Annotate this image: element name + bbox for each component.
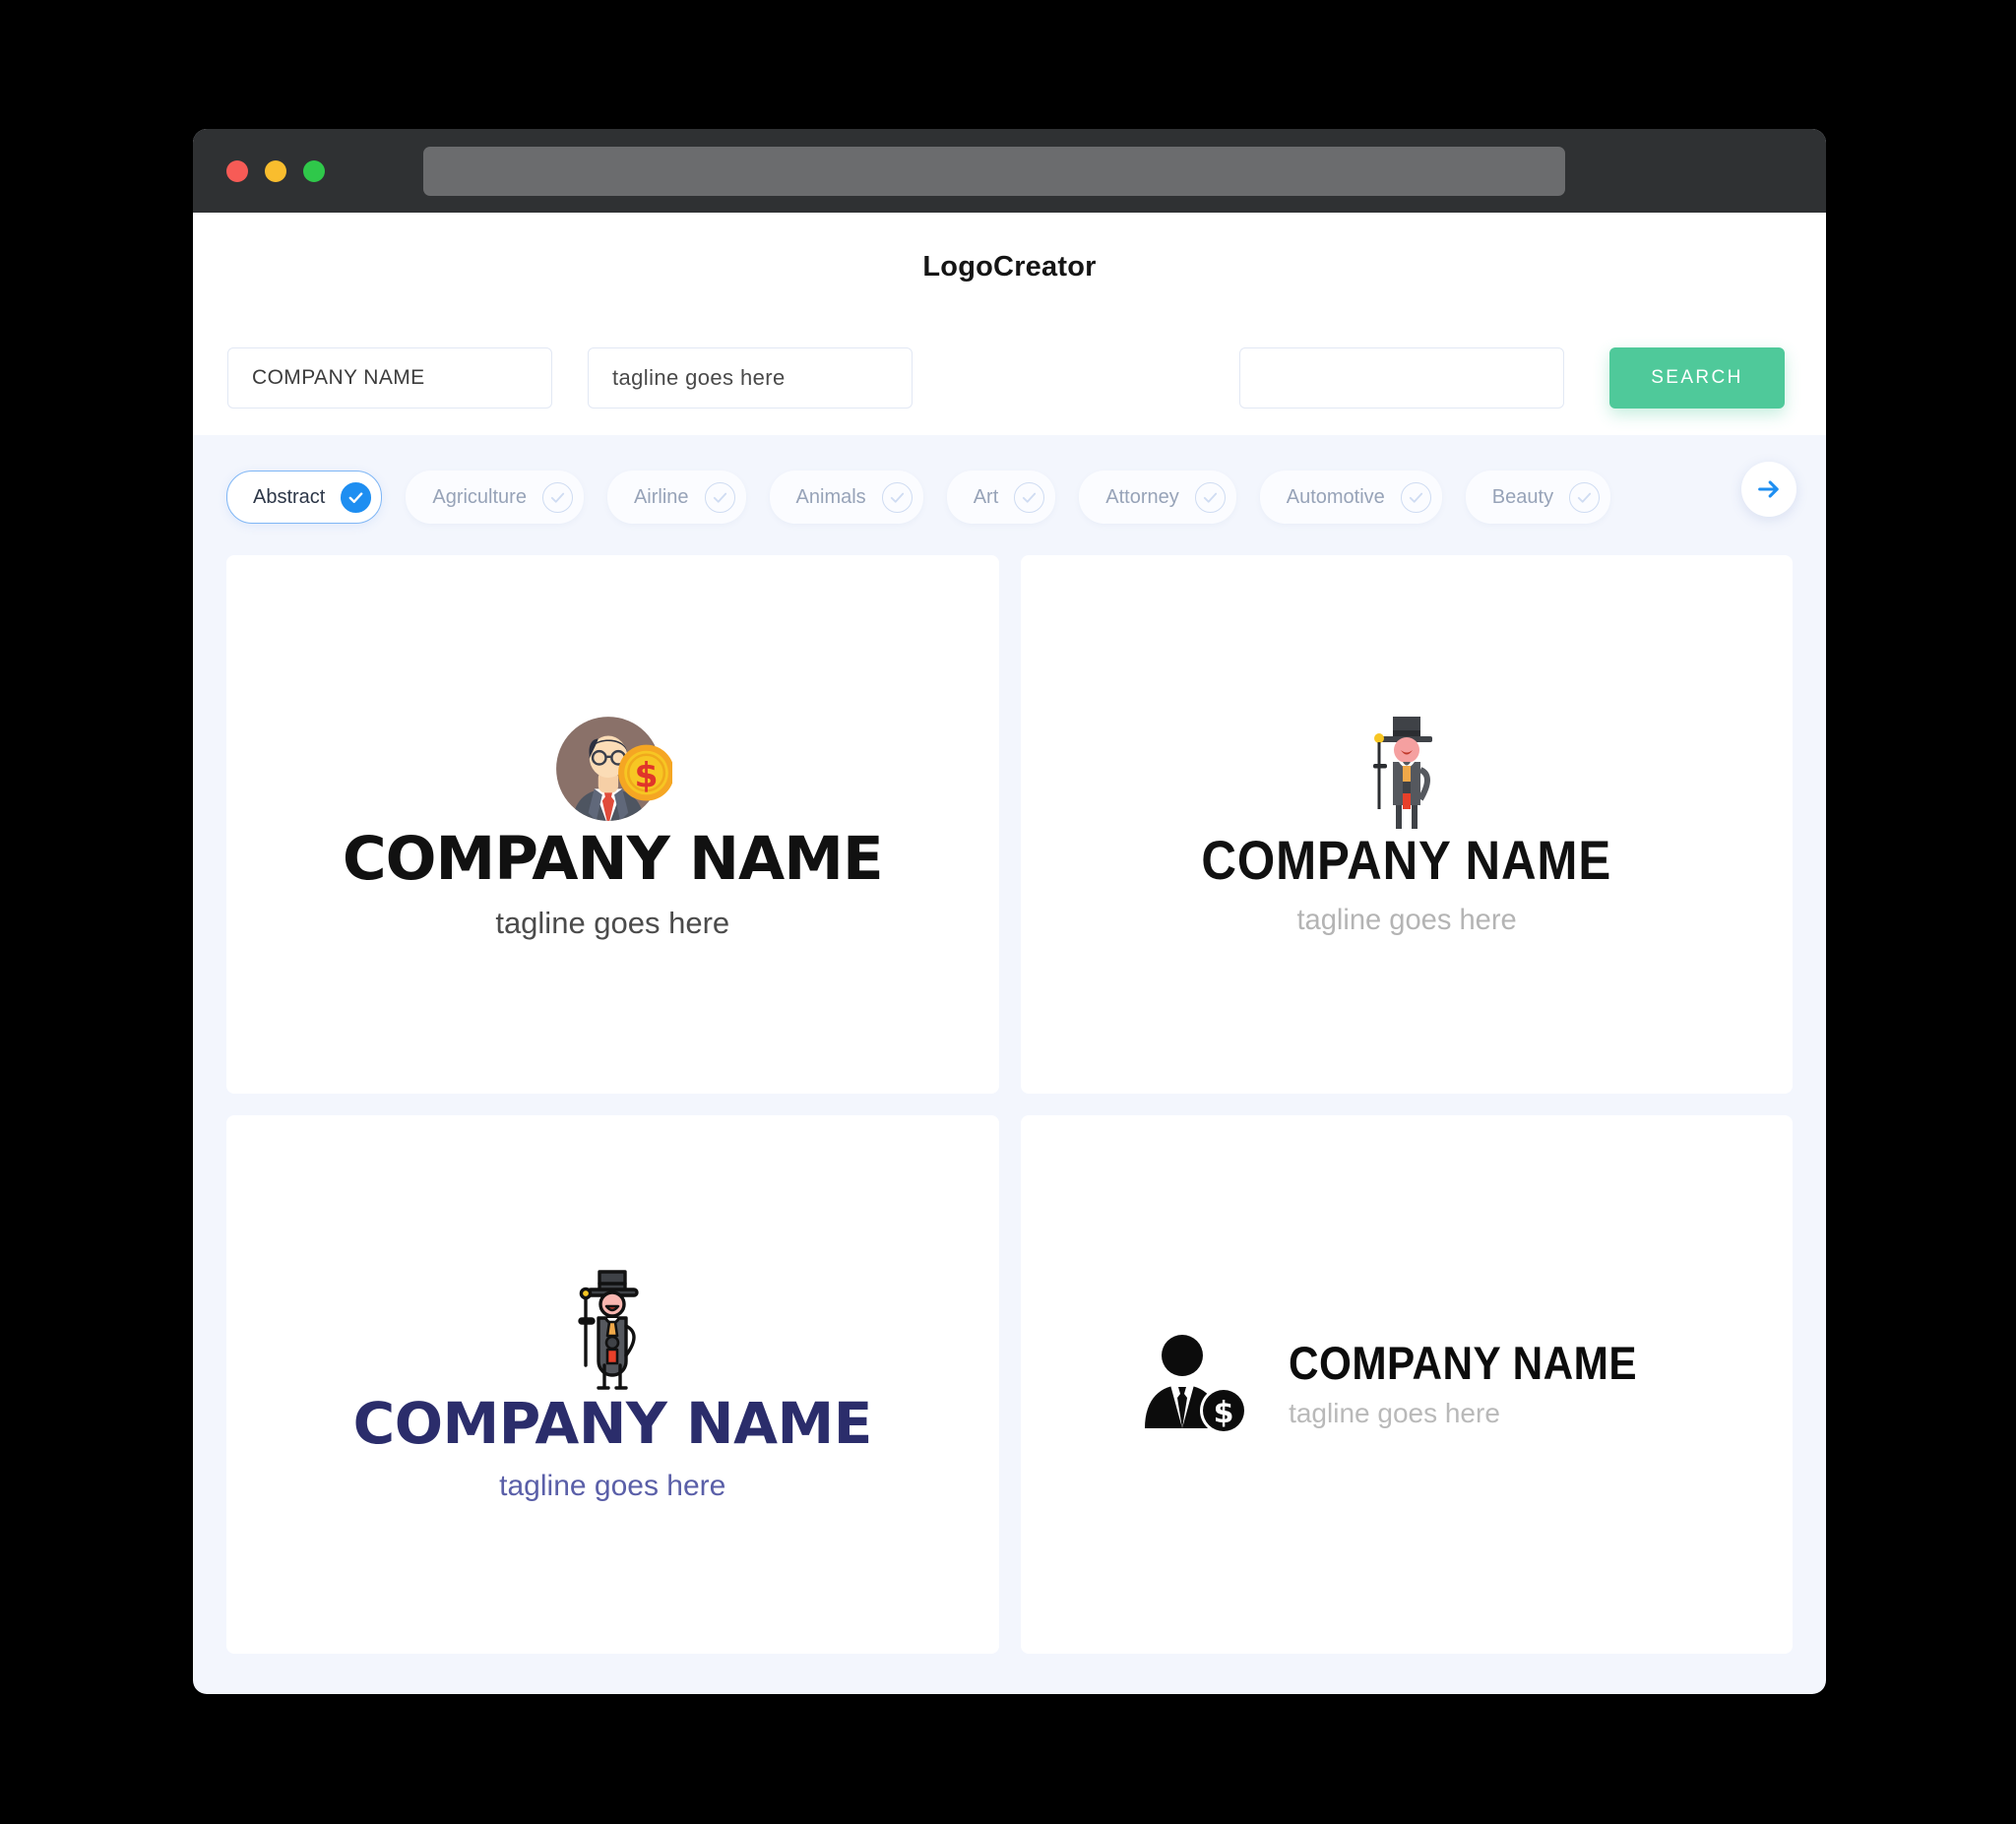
- category-chip-attorney[interactable]: Attorney: [1079, 471, 1236, 524]
- businessman-coin-circle-icon: $: [556, 716, 673, 821]
- category-chip-label: Attorney: [1105, 485, 1179, 508]
- category-chip-label: Airline: [633, 485, 689, 508]
- category-chip-label: Agriculture: [432, 485, 527, 508]
- arrow-right-icon: [1758, 480, 1779, 498]
- check-circle-icon: [1569, 481, 1601, 513]
- browser-titlebar: [193, 129, 1826, 213]
- check-circle-icon: [1014, 481, 1045, 513]
- category-chip-agriculture[interactable]: Agriculture: [406, 471, 584, 524]
- category-chip-label: Animals: [795, 485, 866, 508]
- category-chip-art[interactable]: Art: [946, 471, 1056, 524]
- logo-company-name: COMPANY NAME: [1201, 828, 1612, 891]
- gentleman-tophat-cane-icon: [1372, 716, 1432, 829]
- logo-company-name: COMPANY NAME: [1289, 1337, 1638, 1389]
- category-chip-abstract[interactable]: Abstract: [226, 471, 383, 524]
- minimize-window-button[interactable]: [265, 159, 286, 182]
- logo-preview-3: COMPANY NAME tagline goes here: [353, 1267, 872, 1503]
- check-circle-icon: [1194, 481, 1226, 513]
- category-chip-label: Automotive: [1286, 485, 1385, 508]
- search-button[interactable]: SEARCH: [1609, 347, 1785, 409]
- category-filter-bar: Abstract Agriculture Airline Animals Art…: [193, 435, 1826, 543]
- window-controls: [226, 159, 325, 182]
- category-chip-label: Abstract: [253, 485, 326, 508]
- tagline-input[interactable]: tagline goes here: [588, 347, 913, 409]
- company-name-input[interactable]: COMPANY NAME: [227, 347, 552, 409]
- keyword-input[interactable]: [1239, 347, 1564, 409]
- logo-card[interactable]: $ COMPANY NAME tagline goes here: [226, 555, 999, 1094]
- app-header: LogoCreator: [193, 213, 1826, 321]
- categories-next-button[interactable]: [1741, 462, 1796, 517]
- logo-tagline: tagline goes here: [1289, 1398, 1500, 1428]
- category-chip-beauty[interactable]: Beauty: [1465, 471, 1611, 524]
- check-circle-icon: [341, 481, 372, 513]
- category-chip-animals[interactable]: Animals: [769, 471, 923, 524]
- logo-card[interactable]: COMPANY NAME tagline goes here: [226, 1115, 999, 1654]
- logo-results-grid: $ COMPANY NAME tagline goes here COMPANY…: [193, 543, 1826, 1687]
- screenshot-root: LogoCreator COMPANY NAME tagline goes he…: [0, 0, 2016, 1824]
- category-chip-label: Art: [973, 485, 999, 508]
- url-bar[interactable]: [423, 146, 1565, 196]
- logo-card[interactable]: COMPANY NAME tagline goes here: [1020, 555, 1793, 1094]
- browser-window: LogoCreator COMPANY NAME tagline goes he…: [193, 129, 1826, 1694]
- check-circle-icon: [1400, 481, 1431, 513]
- logo-preview-2: COMPANY NAME tagline goes here: [1173, 713, 1640, 937]
- logo-preview-4: $ COMPANY NAME tagline goes here: [1137, 1334, 1675, 1436]
- category-chip-airline[interactable]: Airline: [606, 471, 746, 524]
- logo-tagline: tagline goes here: [499, 1469, 726, 1502]
- businessman-dollar-silhouette-icon: $: [1145, 1334, 1248, 1434]
- logo-company-name: COMPANY NAME: [352, 1389, 873, 1457]
- svg-text:$: $: [635, 756, 659, 795]
- check-circle-icon: [704, 481, 735, 513]
- close-window-button[interactable]: [226, 159, 248, 182]
- logo-card[interactable]: $ COMPANY NAME tagline goes here: [1020, 1115, 1793, 1654]
- logo-tagline: tagline goes here: [495, 905, 730, 940]
- logo-company-name: COMPANY NAME: [342, 823, 884, 894]
- category-chip-label: Beauty: [1491, 485, 1554, 508]
- maximize-window-button[interactable]: [303, 159, 325, 182]
- svg-text:$: $: [1214, 1396, 1234, 1430]
- logo-preview-1: $ COMPANY NAME tagline goes here: [342, 709, 884, 941]
- check-circle-icon: [881, 481, 913, 513]
- search-toolbar: COMPANY NAME tagline goes here SEARCH: [193, 321, 1826, 435]
- logo-tagline: tagline goes here: [1296, 903, 1517, 936]
- gentleman-tophat-cane-outline-icon: [578, 1269, 639, 1390]
- category-chip-automotive[interactable]: Automotive: [1259, 471, 1442, 524]
- app-title: LogoCreator: [922, 250, 1097, 283]
- check-circle-icon: [541, 481, 573, 513]
